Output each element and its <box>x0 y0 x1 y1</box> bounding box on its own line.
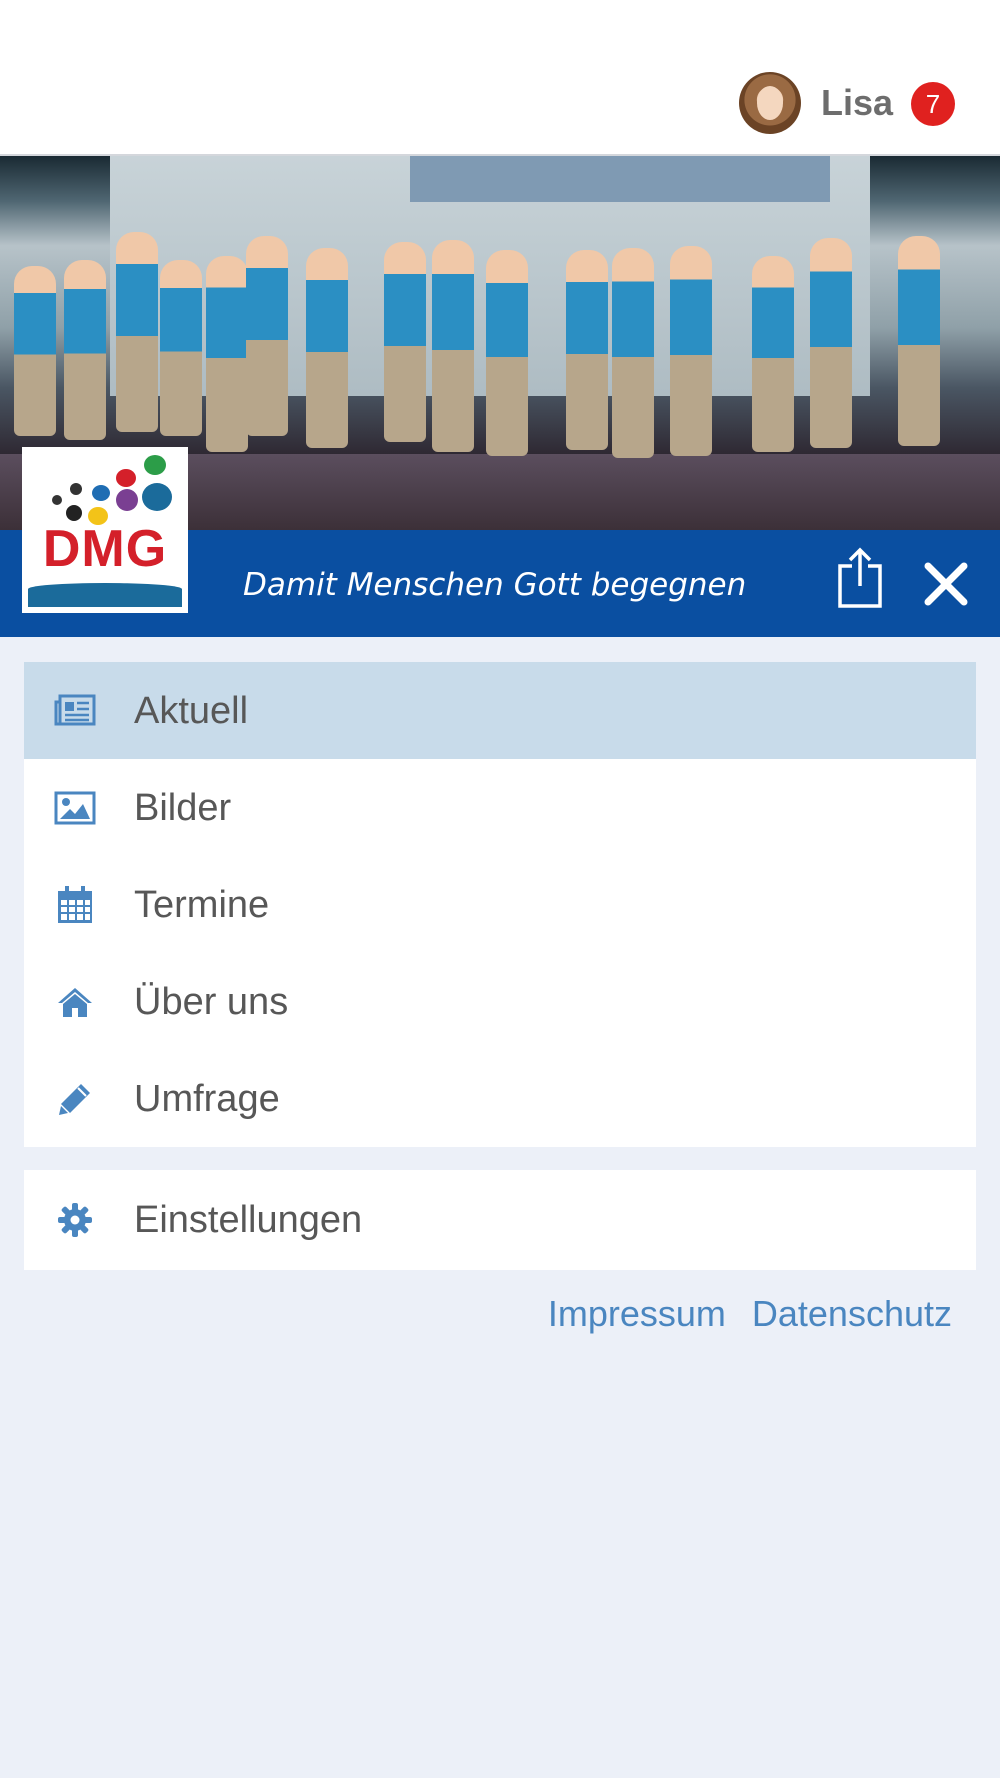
footer-links: Impressum Datenschutz <box>548 1290 952 1338</box>
menu-item-label: Umfrage <box>134 1077 280 1120</box>
menu-item-termine[interactable]: Termine <box>24 856 976 953</box>
logo-dot <box>116 489 138 511</box>
logo-wave <box>28 583 182 607</box>
person-figure <box>612 248 654 458</box>
logo-text: DMG <box>42 520 168 578</box>
share-button[interactable] <box>834 546 886 610</box>
person-figure <box>432 240 474 452</box>
logo-dot <box>66 505 82 521</box>
impressum-link[interactable]: Impressum <box>548 1290 726 1338</box>
menu-item-label: Aktuell <box>134 689 249 732</box>
person-figure <box>898 236 940 446</box>
pencil-icon <box>54 1078 96 1120</box>
menu-item-label: Bilder <box>134 786 232 829</box>
menu-item-umfrage[interactable]: Umfrage <box>24 1050 976 1147</box>
person-figure <box>206 256 248 452</box>
person-figure <box>752 256 794 452</box>
logo-dot <box>144 455 166 475</box>
person-figure <box>810 238 852 448</box>
person-figure <box>64 260 106 440</box>
home-icon <box>54 981 96 1023</box>
person-figure <box>116 232 158 432</box>
logo-dot <box>52 495 62 505</box>
notification-badge[interactable]: 7 <box>911 82 955 126</box>
menu-item-label: Termine <box>134 883 270 926</box>
user-name[interactable]: Lisa <box>821 82 893 124</box>
main-menu: Aktuell Bilder Termine Über uns Umfrage <box>24 662 976 1147</box>
person-figure <box>14 266 56 436</box>
stage-screen-image <box>410 156 830 202</box>
person-figure <box>306 248 348 448</box>
logo-dot <box>142 483 172 511</box>
person-figure <box>246 236 288 436</box>
menu-item-ueber-uns[interactable]: Über uns <box>24 953 976 1050</box>
top-bar: Lisa 7 <box>0 0 1000 156</box>
newspaper-icon <box>54 690 96 732</box>
image-icon <box>54 787 96 829</box>
menu-item-bilder[interactable]: Bilder <box>24 759 976 856</box>
person-figure <box>384 242 426 442</box>
menu-item-einstellungen[interactable]: Einstellungen <box>24 1170 976 1270</box>
close-icon <box>924 562 968 606</box>
calendar-icon <box>54 884 96 926</box>
logo-dot <box>116 469 136 487</box>
person-figure <box>486 250 528 456</box>
menu-item-label: Einstellungen <box>134 1199 363 1241</box>
dmg-logo[interactable]: DMG <box>24 449 186 611</box>
menu-item-label: Über uns <box>134 980 289 1023</box>
datenschutz-link[interactable]: Datenschutz <box>752 1290 952 1338</box>
user-avatar[interactable] <box>739 72 801 134</box>
gear-icon <box>54 1199 96 1241</box>
logo-dot <box>92 485 110 501</box>
person-figure <box>566 250 608 450</box>
close-button[interactable] <box>918 556 974 612</box>
menu-item-aktuell[interactable]: Aktuell <box>24 662 976 759</box>
person-figure <box>160 260 202 436</box>
settings-section: Einstellungen <box>24 1170 976 1270</box>
logo-dot <box>70 483 82 495</box>
share-icon <box>838 547 882 608</box>
person-figure <box>670 246 712 456</box>
tagline: Damit Menschen Gott begegnen <box>243 567 747 603</box>
